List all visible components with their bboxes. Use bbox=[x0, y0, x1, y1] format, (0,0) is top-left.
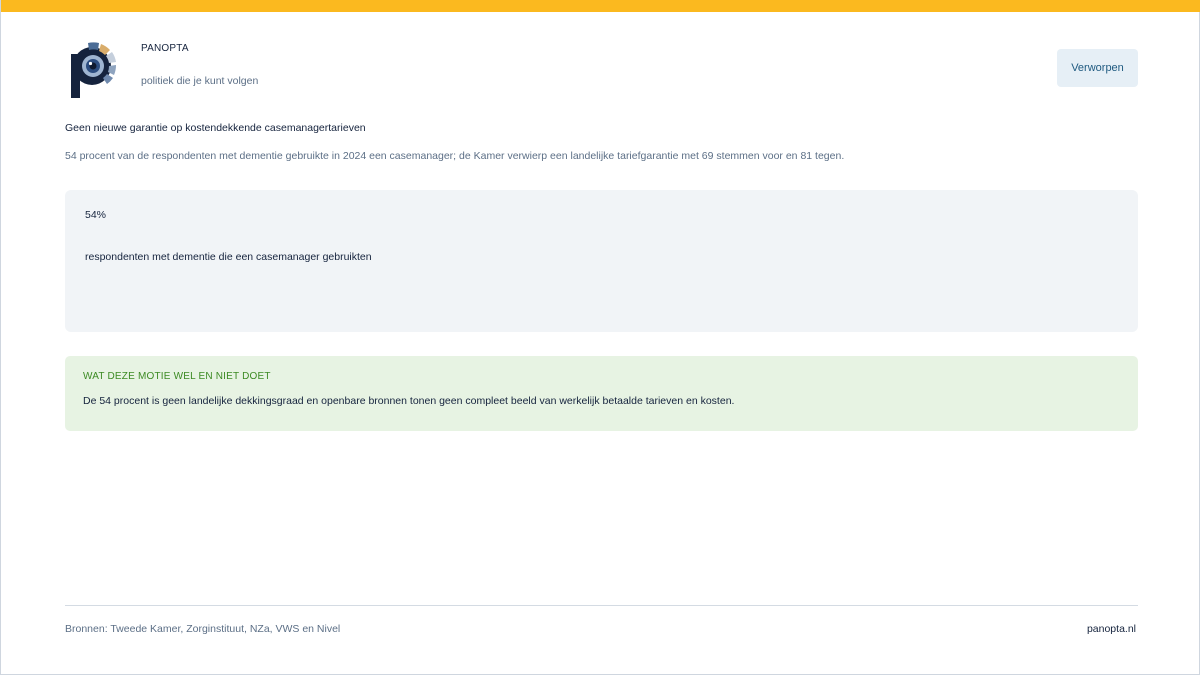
explanation-card: WAT DEZE MOTIE WEL EN NIET DOET De 54 pr… bbox=[65, 356, 1138, 431]
footer-site-link[interactable]: panopta.nl bbox=[1087, 623, 1136, 635]
explanation-body: De 54 procent is geen landelijke dekking… bbox=[83, 395, 735, 407]
footer-divider bbox=[65, 605, 1138, 606]
motion-title: Geen nieuwe garantie op kostendekkende c… bbox=[65, 122, 366, 134]
stat-value: 54% bbox=[85, 209, 107, 221]
motion-summary: 54 procent van de respondenten met demen… bbox=[65, 150, 845, 162]
stat-label: respondenten met dementie die een casema… bbox=[85, 251, 372, 263]
brand-tagline: politiek die je kunt volgen bbox=[141, 75, 259, 87]
header: PANOPTA politiek die je kunt volgen Verw… bbox=[64, 40, 1138, 102]
panopta-eye-logo-icon bbox=[71, 42, 117, 98]
accent-top-bar bbox=[1, 0, 1200, 12]
stat-card: 54% respondenten met dementie die een ca… bbox=[65, 190, 1138, 332]
share-card: PANOPTA politiek die je kunt volgen Verw… bbox=[0, 0, 1200, 675]
status-badge-button[interactable]: Verworpen bbox=[1057, 49, 1138, 87]
brand-name: PANOPTA bbox=[141, 43, 189, 54]
explanation-heading: WAT DEZE MOTIE WEL EN NIET DOET bbox=[83, 371, 271, 382]
footer-sources: Bronnen: Tweede Kamer, Zorginstituut, NZ… bbox=[65, 623, 341, 635]
